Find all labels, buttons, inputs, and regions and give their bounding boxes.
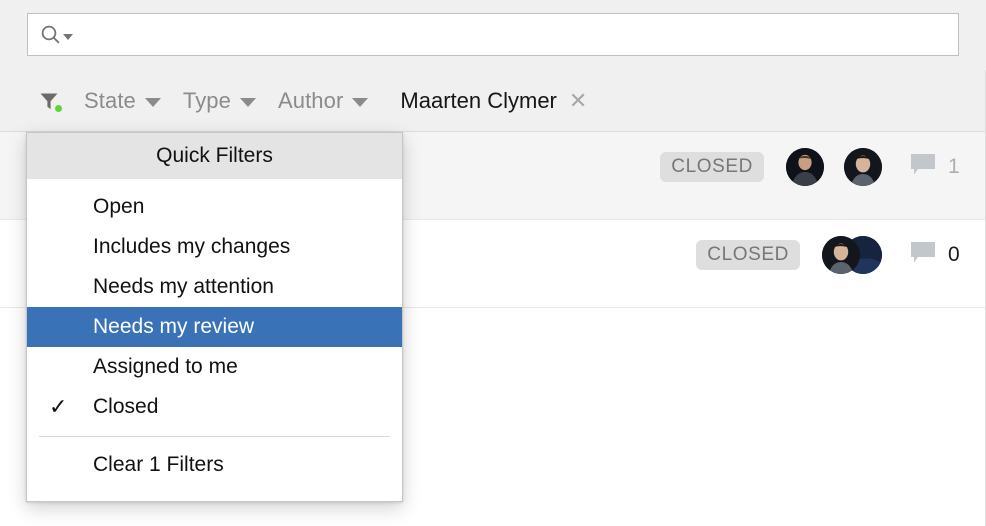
avatar[interactable]: [844, 148, 882, 186]
comment-bubble-icon: [910, 153, 936, 182]
menu-item-needs-my-review[interactable]: Needs my review: [27, 307, 402, 347]
menu-item-label: Closed: [93, 395, 158, 419]
filter-active-indicator: [54, 104, 63, 113]
menu-item-clear-filters[interactable]: Clear 1 Filters: [27, 445, 402, 485]
search-input[interactable]: [73, 14, 958, 55]
menu-item-closed[interactable]: ✓ Closed: [27, 387, 402, 427]
status-badge: CLOSED: [660, 152, 764, 182]
avatar-group: [822, 236, 882, 274]
menu-item-label: Clear 1 Filters: [93, 453, 224, 477]
menu-item-assigned-to-me[interactable]: Assigned to me: [27, 347, 402, 387]
menu-divider: [39, 436, 390, 437]
menu-item-label: Assigned to me: [93, 355, 238, 379]
filter-type-label: Type: [183, 88, 231, 114]
avatar[interactable]: [822, 236, 860, 274]
comment-count-group: 1: [910, 153, 960, 182]
filter-state-dropdown[interactable]: State: [84, 88, 161, 114]
search-icon[interactable]: [40, 24, 73, 46]
avatar[interactable]: [786, 148, 824, 186]
menu-item-open[interactable]: Open: [27, 187, 402, 227]
active-author-filter-token[interactable]: Maarten Clymer ✕: [400, 88, 587, 114]
chevron-down-icon: [352, 98, 368, 107]
quick-filters-footer: Clear 1 Filters: [27, 445, 402, 495]
filter-type-dropdown[interactable]: Type: [183, 88, 256, 114]
chevron-down-icon: [145, 98, 161, 107]
quick-filters-item-list: Open Includes my changes Needs my attent…: [27, 179, 402, 501]
menu-item-label: Needs my attention: [93, 275, 274, 299]
menu-item-label: Needs my review: [93, 315, 254, 339]
filter-author-label: Author: [278, 88, 343, 114]
comment-bubble-icon: [910, 241, 936, 270]
row-meta: CLOSED: [660, 132, 986, 186]
menu-item-label: Includes my changes: [93, 235, 290, 259]
menu-item-includes-my-changes[interactable]: Includes my changes: [27, 227, 402, 267]
pull-requests-panel: State Type Author Maarten Clymer ✕ 020, …: [0, 0, 986, 526]
filter-state-label: State: [84, 88, 136, 114]
menu-item-needs-my-attention[interactable]: Needs my attention: [27, 267, 402, 307]
comment-count-group: 0: [910, 241, 960, 270]
avatar-group: [786, 148, 882, 186]
active-author-filter-label: Maarten Clymer: [400, 88, 556, 114]
search-field[interactable]: [27, 13, 959, 56]
close-icon[interactable]: ✕: [569, 90, 587, 112]
filter-toolbar: State Type Author Maarten Clymer ✕: [0, 70, 986, 132]
comment-count: 0: [948, 243, 960, 267]
checkmark-icon: ✓: [49, 396, 75, 418]
filter-author-dropdown[interactable]: Author: [278, 88, 368, 114]
search-region: [0, 0, 986, 70]
comment-count: 1: [948, 155, 960, 179]
quick-filters-title: Quick Filters: [27, 133, 402, 179]
quick-filters-menu: Quick Filters Open Includes my changes N…: [26, 132, 403, 502]
filter-funnel-icon[interactable]: [36, 88, 62, 114]
status-badge: CLOSED: [696, 240, 800, 270]
row-meta: CLOSED: [696, 220, 986, 274]
menu-item-label: Open: [93, 195, 144, 219]
caret-down-icon[interactable]: [63, 34, 73, 40]
chevron-down-icon: [240, 98, 256, 107]
